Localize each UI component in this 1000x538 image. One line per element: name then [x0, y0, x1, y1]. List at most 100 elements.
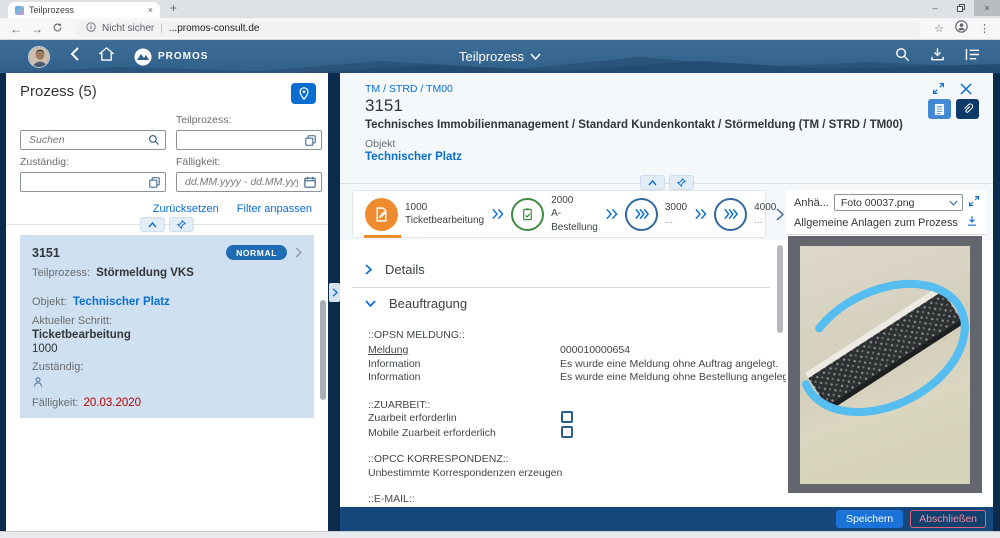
expand-icon[interactable] [932, 82, 945, 100]
promos-logo[interactable]: PROMOS [134, 48, 208, 66]
reset-filters-link[interactable]: Zurücksetzen [153, 203, 219, 215]
section-beauftragung[interactable]: Beauftragung [365, 296, 467, 311]
calendar-icon[interactable] [304, 176, 316, 188]
attachment-photo[interactable] [788, 236, 982, 498]
card-zustaendig-label: Zuständig: [32, 361, 302, 373]
app-title: Teilprozess [459, 49, 524, 64]
list-scrollbar[interactable] [320, 300, 326, 400]
flow-step-ticketbearbeitung[interactable]: 1000 Ticketbearbeitung [365, 198, 484, 231]
profile-icon[interactable] [955, 20, 968, 38]
window-close-button[interactable]: × [974, 0, 1000, 16]
panel-title: Prozess (5) [20, 83, 97, 100]
process-card[interactable]: 3151 NORMAL Teilprozess:Störmeldung VKS … [20, 235, 314, 418]
section-title: Details [385, 262, 425, 277]
footer-bar: Speichern Abschließen [340, 507, 993, 531]
panel-expander-button[interactable] [329, 283, 340, 302]
objekt-link[interactable]: Technischer Platz [365, 151, 462, 163]
reload-icon[interactable] [52, 22, 63, 35]
collapse-header-button[interactable] [640, 175, 665, 190]
search-icon[interactable] [895, 47, 910, 67]
flow-step-3000[interactable]: 3000 ... [625, 198, 687, 231]
download-attachment-icon[interactable] [966, 215, 978, 230]
log-list-icon[interactable] [965, 48, 980, 66]
flow-separator-icon [694, 208, 707, 220]
information-value: Es wurde eine Meldung ohne Bestellung an… [560, 371, 794, 383]
close-icon[interactable] [960, 82, 972, 100]
faelligkeit-input[interactable] [183, 175, 300, 189]
tab-close-icon[interactable]: × [148, 5, 153, 15]
collapse-filter-button[interactable] [140, 217, 165, 232]
information-value: Es wurde eine Meldung ohne Auftrag angel… [560, 358, 778, 370]
pin-header-button[interactable] [669, 175, 694, 190]
home-icon[interactable] [99, 47, 114, 66]
card-chevron-right-icon[interactable] [295, 247, 302, 258]
flow-step-label: ... [665, 214, 687, 228]
priority-badge: NORMAL [226, 245, 287, 260]
attachment-select[interactable]: Foto 00037.png [834, 194, 963, 211]
process-flow: 1000 Ticketbearbeitung 2000 A-Bestellung [352, 190, 766, 238]
security-label: Nicht sicher [102, 23, 154, 34]
avatar[interactable] [28, 46, 50, 68]
korrespondenz-action[interactable]: Unbestimmte Korrespondenzen erzeugen [368, 467, 562, 479]
teilprozess-input[interactable] [183, 133, 301, 147]
complete-button[interactable]: Abschließen [910, 510, 986, 528]
bookmark-star-icon[interactable]: ☆ [934, 22, 944, 35]
pin-filter-button[interactable] [169, 217, 194, 232]
flow-scroll-right-icon[interactable] [776, 208, 784, 221]
save-button[interactable]: Speichern [836, 510, 903, 528]
notes-button[interactable] [928, 99, 951, 119]
browser-tab[interactable]: Teilprozess × [8, 2, 160, 18]
filter-bar: Teilprozess: Zuständig: [6, 104, 328, 192]
spacer [20, 114, 166, 128]
search-icon[interactable] [148, 134, 160, 146]
flow-step-label: A-Bestellung [551, 207, 598, 234]
download-icon[interactable] [930, 47, 945, 67]
attachment-button[interactable] [956, 99, 979, 119]
group-title-zuarbeit: ::ZUARBEIT:: [368, 399, 430, 411]
window-restore-button[interactable] [948, 0, 974, 16]
header-left: PROMOS [28, 40, 208, 73]
section-title: Beauftragung [389, 296, 467, 311]
screen: Teilprozess × + – × ← → Nicht sicher | .… [0, 0, 1000, 538]
new-tab-button[interactable]: + [170, 1, 177, 15]
mobile-zuarbeit-checkbox[interactable] [561, 426, 573, 438]
forward-icon[interactable]: → [31, 23, 43, 35]
flow-step-4000[interactable]: 4000 ... [714, 198, 776, 231]
flow-separator-icon [491, 208, 504, 220]
nav-back-icon[interactable] [70, 47, 79, 66]
card-faelligkeit-label: Fälligkeit: [32, 397, 78, 409]
general-attachments-link[interactable]: Allgemeine Anlagen zum Prozess [794, 217, 958, 229]
back-icon[interactable]: ← [10, 23, 22, 35]
card-faelligkeit-value: 20.03.2020 [83, 397, 141, 409]
address-bar[interactable]: Nicht sicher | ...promos-consult.de [76, 21, 921, 37]
meldung-link[interactable]: Meldung [368, 344, 408, 356]
title-chevron-down-icon [530, 53, 541, 60]
search-field[interactable] [20, 130, 166, 150]
current-step-indicator [364, 235, 401, 238]
filter-divider [6, 224, 328, 225]
flow-step-a-bestellung[interactable]: 2000 A-Bestellung [511, 194, 598, 235]
browser-toolbar: ← → Nicht sicher | ...promos-consult.de … [0, 18, 1000, 40]
value-help-icon[interactable] [149, 177, 160, 188]
breadcrumb[interactable]: TM / STRD / TM00 [365, 83, 453, 95]
adapt-filters-link[interactable]: Filter anpassen [237, 203, 312, 215]
search-input[interactable] [27, 133, 144, 147]
info-icon[interactable] [86, 22, 96, 35]
teilprozess-field[interactable] [176, 130, 322, 150]
attachment-expand-icon[interactable] [968, 194, 980, 212]
card-objekt-link[interactable]: Technischer Platz [73, 296, 170, 308]
map-pin-button[interactable] [291, 83, 316, 104]
card-schritt-value: Ticketbearbeitung [32, 329, 131, 341]
content-scrollbar[interactable] [777, 245, 783, 333]
browser-menu-icon[interactable]: ⋮ [979, 22, 990, 35]
faelligkeit-field[interactable] [176, 172, 322, 192]
section-details[interactable]: Details [365, 262, 425, 277]
zustaendig-input[interactable] [27, 175, 145, 189]
card-teilprozess-label: Teilprozess: [32, 267, 90, 279]
zuarbeit-checkbox[interactable] [561, 411, 573, 423]
section-divider [352, 287, 770, 288]
value-help-icon[interactable] [305, 135, 316, 146]
flow-step-label: ... [754, 214, 776, 228]
zustaendig-field[interactable] [20, 172, 166, 192]
window-minimize-button[interactable]: – [922, 0, 948, 16]
